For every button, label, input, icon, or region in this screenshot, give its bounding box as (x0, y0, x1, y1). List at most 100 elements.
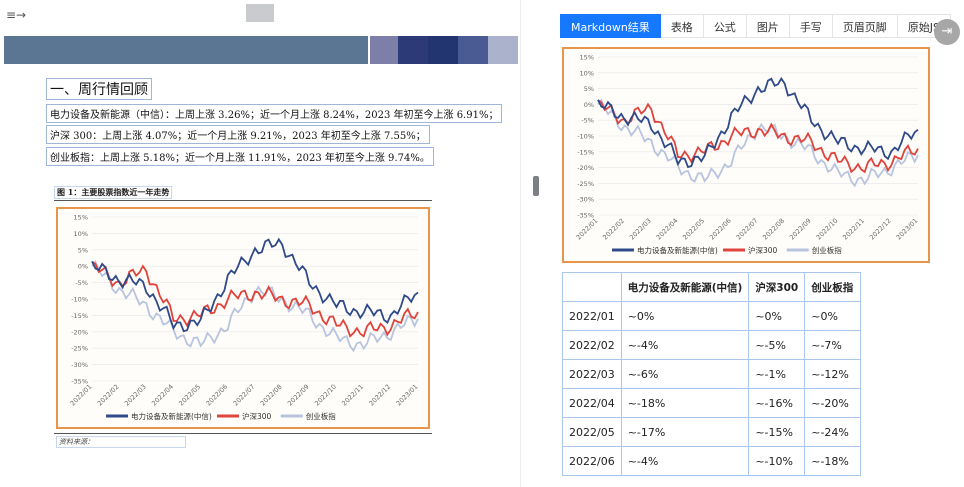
x-tick-label: 2022/11 (340, 383, 365, 408)
table-cell: ~-10% (748, 446, 806, 476)
figure-top-rule (54, 200, 432, 201)
legend-entry: 电力设备及新能源(中信) (131, 411, 212, 421)
x-tick-label: 2022/07 (735, 217, 760, 242)
legend-entry: 电力设备及新能源(中信) (637, 245, 718, 255)
x-tick-label: 2022/12 (367, 383, 392, 408)
table-cell: ~-1% (748, 359, 806, 389)
banner-swatch (370, 36, 400, 64)
document-banner (4, 36, 368, 64)
table-row: 2022/06 ~-4% ~-10% ~-18% (562, 446, 862, 476)
table-cell: ~-4% (620, 330, 750, 360)
source-caption: 资料来源： (56, 436, 186, 448)
x-tick-label: 2022/06 (708, 217, 733, 242)
x-tick-label: 2022/08 (259, 383, 284, 408)
banner-swatch (398, 36, 428, 64)
table-cell: 2022/03 (562, 359, 622, 389)
x-tick-label: 2022/09 (788, 217, 813, 242)
y-tick-label: -25% (71, 345, 88, 353)
x-tick-label: 2022/03 (123, 383, 148, 408)
table-cell: ~-20% (804, 388, 862, 418)
table-row: 2022/04 ~-18% ~-16% ~-20% (562, 388, 862, 418)
y-tick-label: -15% (577, 148, 594, 156)
x-tick-label: 2023/01 (895, 217, 920, 242)
x-tick-label: 2022/02 (96, 383, 121, 408)
legend-entry: 创业板指 (306, 411, 336, 421)
x-tick-label: 2022/04 (655, 217, 680, 242)
tab-markdown[interactable]: Markdown结果 (560, 14, 661, 38)
table-cell: 2022/06 (562, 446, 622, 476)
document-chart: 15% 10% 5% 0% -5% -10% -15% -20% -25% -30% -35% 202… (56, 207, 430, 429)
table-cell: ~-4% (620, 446, 750, 476)
tab-image[interactable]: 图片 (746, 14, 790, 38)
table-cell: ~-7% (804, 330, 862, 360)
summary-line: 沪深 300：上周上涨 4.07%；近一个月上涨 9.21%，2023 年初至今… (46, 125, 430, 144)
y-tick-label: 10% (580, 69, 594, 77)
y-tick-label: 0% (584, 101, 594, 109)
x-tick-label: 2022/10 (313, 383, 338, 408)
x-tick-label: 2022/11 (841, 217, 866, 242)
top-scroll-thumb[interactable] (246, 4, 274, 22)
table-header-row: 电力设备及新能源(中信) 沪深300 创业板指 (562, 272, 862, 302)
x-tick-label: 2022/04 (150, 383, 175, 408)
y-tick-label: -30% (577, 196, 594, 204)
tab-table[interactable]: 表格 (660, 14, 704, 38)
summary-line: 电力设备及新能源（中信）：上周上涨 3.26%；近一个月上涨 8.24%，202… (46, 104, 503, 123)
figure-caption: 图 1：主要股票指数近一年走势 (54, 186, 173, 199)
y-tick-label: 5% (584, 85, 594, 93)
y-tick-label: 10% (74, 230, 88, 238)
series-line (597, 76, 919, 169)
table-cell: 2022/05 (562, 417, 622, 447)
table-header-cell: 创业板指 (804, 272, 862, 302)
result-table: 电力设备及新能源(中信) 沪深300 创业板指 2022/01 ~0% ~0% ~0%… (562, 272, 862, 476)
table-cell: ~-18% (804, 446, 862, 476)
x-tick-label: 2022/12 (868, 217, 893, 242)
y-tick-label: 5% (78, 246, 88, 254)
result-chart: 15% 10% 5% 0% -5% -10% -15% -20% -25% -30% -35% 202… (562, 47, 930, 263)
y-tick-label: -30% (71, 361, 88, 369)
table-row: 2022/03 ~-6% ~-1% ~-12% (562, 359, 862, 389)
y-tick-label: -20% (577, 164, 594, 172)
table-header-cell: 沪深300 (748, 272, 806, 302)
y-tick-label: -20% (71, 328, 88, 336)
table-cell: ~0% (804, 301, 862, 331)
table-cell: ~-24% (804, 417, 862, 447)
x-tick-label: 2022/05 (177, 383, 202, 408)
y-tick-label: -10% (71, 296, 88, 304)
section-heading: 一、周行情回顾 (46, 78, 152, 100)
x-tick-label: 2022/03 (628, 217, 653, 242)
x-tick-label: 2022/06 (204, 383, 229, 408)
table-row: 2022/02 ~-4% ~-5% ~-7% (562, 330, 862, 360)
exit-icon[interactable]: ⇥ (934, 19, 960, 45)
tab-handwriting[interactable]: 手写 (789, 14, 833, 38)
series-line (91, 237, 419, 333)
table-row: 2022/01 ~0% ~0% ~0% (562, 301, 862, 331)
y-tick-label: 0% (78, 263, 88, 271)
pane-divider (520, 0, 521, 487)
table-cell: ~-15% (748, 417, 806, 447)
banner-swatch (488, 36, 518, 64)
table-cell: ~-18% (620, 388, 750, 418)
legend-entry: 沪深300 (242, 411, 272, 421)
x-tick-label: 2023/01 (395, 383, 420, 408)
sidebar-toggle-icon[interactable]: ≡→ (6, 8, 26, 22)
document-chart-svg: 15%10%5%0%-5%-10%-15%-20%-25%-30%-35%202… (69, 214, 420, 422)
table-cell: 2022/01 (562, 301, 622, 331)
legend-entry: 沪深300 (748, 245, 778, 255)
x-tick-label: 2022/07 (232, 383, 257, 408)
table-cell: ~0% (620, 301, 750, 331)
table-cell: ~-12% (804, 359, 862, 389)
banner-swatch (458, 36, 488, 64)
document-scrollbar[interactable] (533, 176, 539, 196)
x-tick-label: 2022/01 (575, 217, 600, 242)
x-tick-label: 2022/05 (681, 217, 706, 242)
x-tick-label: 2022/09 (286, 383, 311, 408)
table-header-cell (562, 272, 622, 302)
table-cell: 2022/04 (562, 388, 622, 418)
figure-bottom-rule (54, 433, 432, 434)
table-cell: ~-16% (748, 388, 806, 418)
y-tick-label: -5% (581, 117, 594, 125)
table-row: 2022/05 ~-17% ~-15% ~-24% (562, 417, 862, 447)
y-tick-label: -5% (75, 279, 88, 287)
tab-formula[interactable]: 公式 (703, 14, 747, 38)
tab-header-footer[interactable]: 页眉页脚 (832, 14, 898, 38)
